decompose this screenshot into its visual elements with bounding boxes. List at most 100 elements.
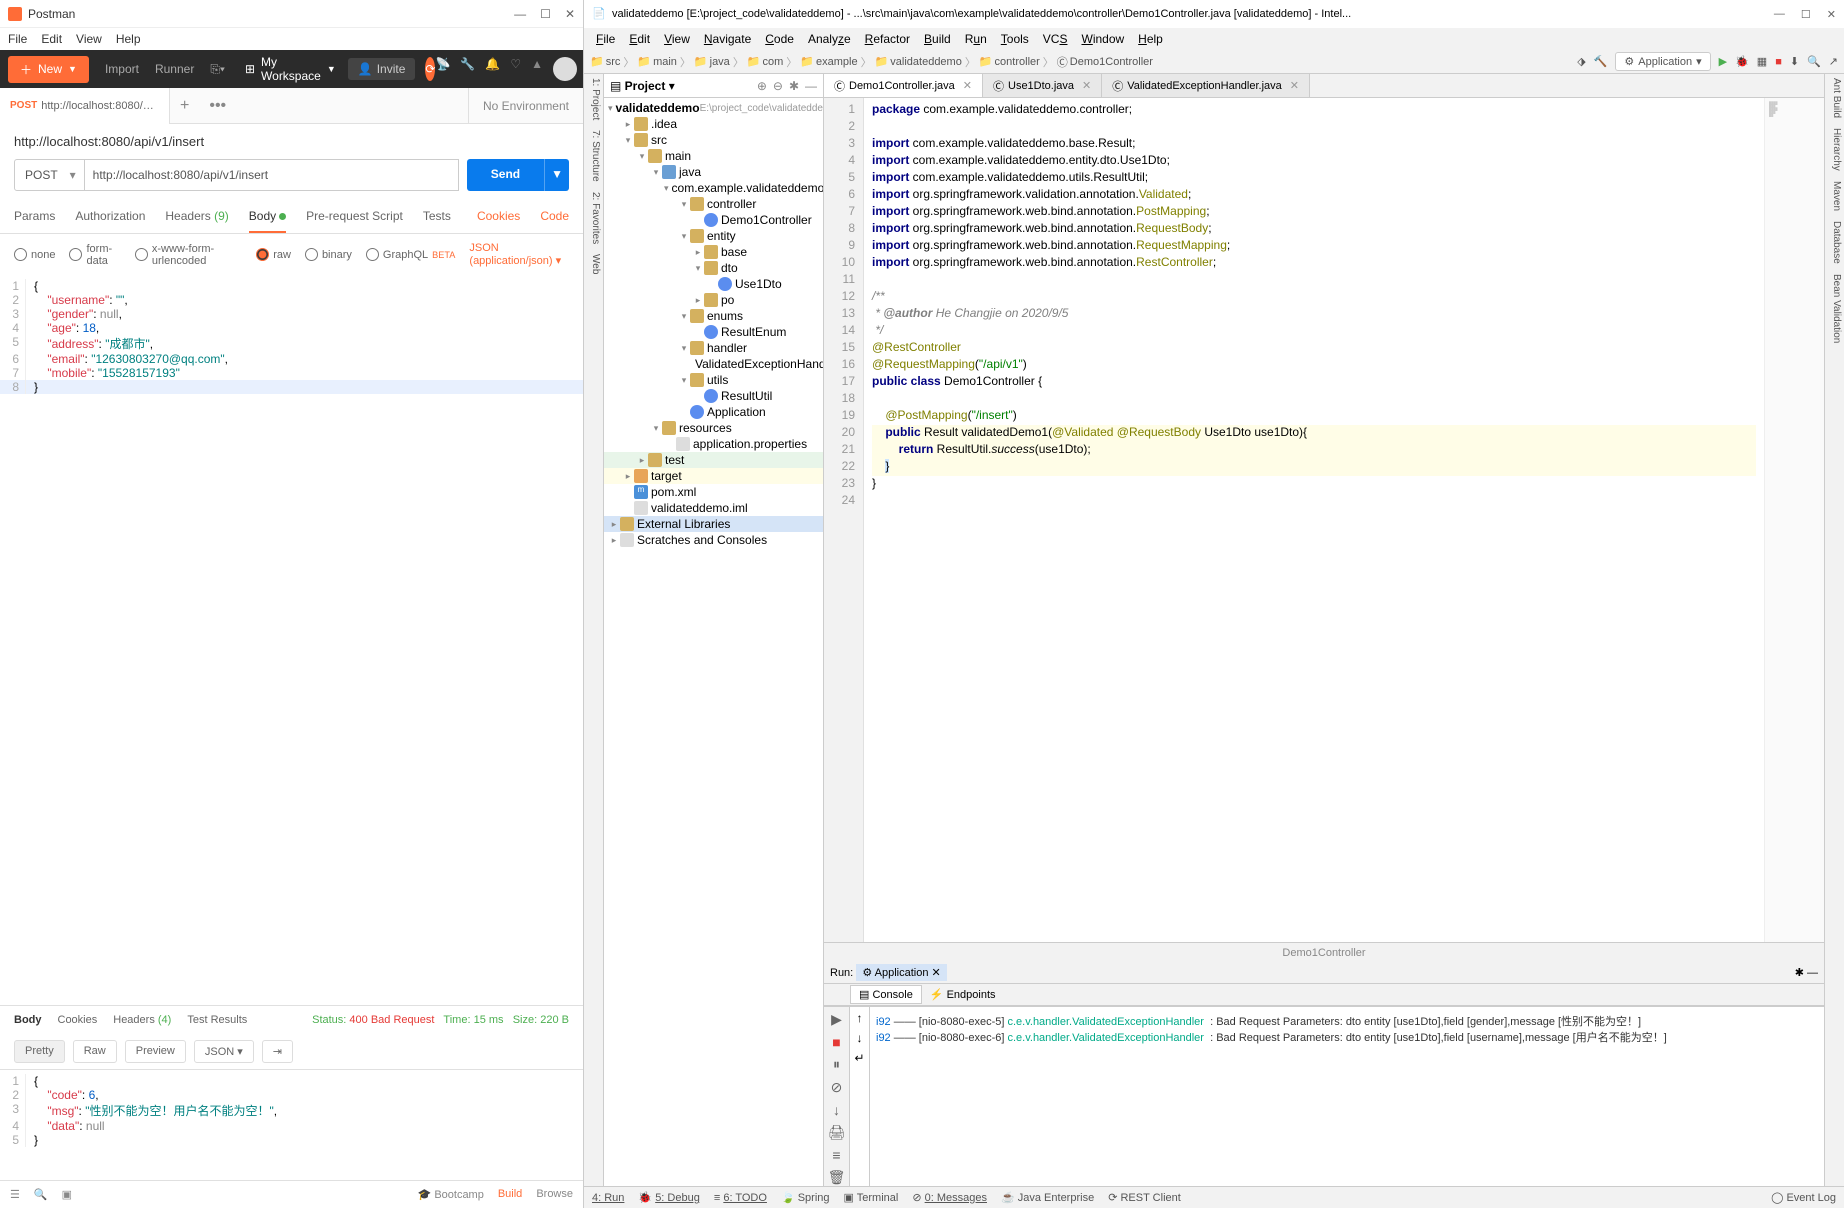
- console-tab[interactable]: ▤ Console: [850, 985, 922, 1004]
- radio-none[interactable]: none: [14, 248, 55, 261]
- menu-help[interactable]: Help: [116, 32, 141, 46]
- close-icon[interactable]: ✕: [565, 7, 575, 21]
- build-icon[interactable]: 🔨: [1594, 55, 1608, 68]
- clear-icon[interactable]: ⊘: [831, 1079, 843, 1096]
- heart-icon[interactable]: ♡: [510, 57, 521, 81]
- request-tab[interactable]: POST http://localhost:8080/api/v1/in...: [0, 88, 170, 124]
- environment-selector[interactable]: No Environment: [468, 88, 583, 124]
- code-content[interactable]: package com.example.validateddemo.contro…: [864, 98, 1764, 942]
- sidebar-toggle-icon[interactable]: ☰: [10, 1188, 20, 1201]
- menu-tools[interactable]: Tools: [997, 30, 1033, 48]
- menu-code[interactable]: Code: [761, 30, 798, 48]
- tab-tests[interactable]: Tests: [423, 201, 451, 233]
- import-button[interactable]: Import: [97, 58, 147, 80]
- tab-prereq[interactable]: Pre-request Script: [306, 201, 403, 233]
- close-tab-icon[interactable]: ✕: [963, 79, 972, 92]
- run-config-selector[interactable]: ⚙ Application ▾: [1615, 52, 1710, 71]
- editor-tab-3[interactable]: Ⓒ ValidatedExceptionHandler.java✕: [1102, 74, 1310, 97]
- menu-window[interactable]: Window: [1077, 30, 1128, 48]
- radio-graphql[interactable]: GraphQL BETA: [366, 248, 456, 261]
- minimize-panel-icon[interactable]: —: [1807, 967, 1818, 979]
- res-tests[interactable]: Test Results: [187, 1014, 247, 1026]
- upgrade-icon[interactable]: ▲: [531, 57, 543, 81]
- format-selector[interactable]: JSON ▾: [194, 1040, 254, 1063]
- radio-binary[interactable]: binary: [305, 248, 352, 261]
- bc-example[interactable]: 📁 example: [800, 55, 857, 68]
- endpoints-tab[interactable]: ⚡ Endpoints: [922, 986, 1004, 1003]
- menu-edit[interactable]: Edit: [41, 32, 62, 46]
- status-debug[interactable]: 🐞 5: Debug: [638, 1191, 699, 1204]
- status-run[interactable]: 4: Run: [592, 1192, 624, 1204]
- cookies-link[interactable]: Cookies: [477, 201, 520, 233]
- runner-button[interactable]: Runner: [147, 58, 202, 80]
- res-cookies[interactable]: Cookies: [58, 1014, 98, 1026]
- wrap-icon[interactable]: ↵: [854, 1051, 864, 1065]
- content-type-selector[interactable]: JSON (application/json) ▾: [469, 242, 569, 267]
- capture-button[interactable]: ⎘▾: [202, 58, 233, 81]
- gear-icon[interactable]: ✱: [1795, 966, 1804, 979]
- menu-build[interactable]: Build: [920, 30, 955, 48]
- status-todo[interactable]: ≡ 6: TODO: [714, 1192, 767, 1204]
- close-tab-icon[interactable]: ✕: [1082, 79, 1091, 92]
- rail-favorites[interactable]: 2: Favorites: [586, 192, 601, 244]
- rail-web[interactable]: Web: [586, 254, 601, 274]
- menu-view[interactable]: View: [660, 30, 694, 48]
- code-link[interactable]: Code: [540, 201, 569, 233]
- build-link[interactable]: Build: [498, 1188, 522, 1201]
- run-icon[interactable]: ▶: [1719, 55, 1727, 68]
- preview-button[interactable]: Preview: [125, 1040, 186, 1063]
- menu-view[interactable]: View: [76, 32, 102, 46]
- res-headers[interactable]: Headers (4): [113, 1014, 171, 1026]
- close-icon[interactable]: ✕: [1827, 8, 1836, 21]
- options-icon[interactable]: ✱: [789, 79, 799, 93]
- menu-analyze[interactable]: Analyze: [804, 30, 855, 48]
- hide-icon[interactable]: —: [805, 79, 817, 93]
- rail-maven[interactable]: Maven: [1827, 181, 1842, 211]
- response-body-editor[interactable]: 1{ 2 "code": 6, 3 "msg": "性别不能为空！用户名不能为空…: [0, 1070, 583, 1180]
- bc-java[interactable]: 📁 java: [694, 55, 730, 68]
- rerun-icon[interactable]: ▶: [831, 1011, 842, 1028]
- add-tab-button[interactable]: +: [170, 97, 199, 115]
- bc-class[interactable]: Ⓒ Demo1Controller: [1057, 54, 1153, 70]
- menu-navigate[interactable]: Navigate: [700, 30, 755, 48]
- bc-src[interactable]: 📁 src: [590, 55, 620, 68]
- menu-help[interactable]: Help: [1134, 30, 1167, 48]
- search-icon[interactable]: 🔍: [1807, 55, 1821, 68]
- bootcamp-link[interactable]: 🎓 Bootcamp: [418, 1188, 484, 1201]
- rail-project[interactable]: 1: Project: [586, 78, 601, 120]
- settings-icon[interactable]: ↗: [1829, 55, 1838, 68]
- console-icon[interactable]: ▣: [62, 1188, 72, 1201]
- locate-icon[interactable]: ⊖: [773, 79, 783, 93]
- maximize-icon[interactable]: ☐: [540, 7, 551, 21]
- collapse-icon[interactable]: ⊕: [757, 79, 767, 93]
- menu-edit[interactable]: Edit: [625, 30, 654, 48]
- menu-file[interactable]: File: [8, 32, 27, 46]
- workspace-selector[interactable]: ⊞My Workspace▼: [245, 55, 336, 83]
- rail-database[interactable]: Database: [1827, 221, 1842, 264]
- print-icon[interactable]: 🖨: [828, 1124, 846, 1141]
- menu-refactor[interactable]: Refactor: [861, 30, 914, 48]
- project-tree[interactable]: ▾validateddemo E:\project_code\validated…: [604, 98, 823, 1186]
- wrap-button[interactable]: ⇥: [262, 1040, 293, 1063]
- trash-icon[interactable]: 🗑: [828, 1169, 846, 1186]
- menu-run[interactable]: Run: [961, 30, 991, 48]
- find-icon[interactable]: 🔍: [34, 1188, 48, 1201]
- minimap[interactable]: ████████████████: [1764, 98, 1824, 942]
- close-tab-icon[interactable]: ✕: [1290, 79, 1299, 92]
- nav-back-icon[interactable]: ⬗: [1577, 55, 1585, 68]
- wrench-icon[interactable]: 🔧: [460, 57, 475, 81]
- tab-options[interactable]: •••: [199, 97, 236, 115]
- sync-icon[interactable]: ⟳: [425, 57, 435, 81]
- raw-button[interactable]: Raw: [73, 1040, 117, 1063]
- editor-tab-1[interactable]: Ⓒ Demo1Controller.java✕: [824, 74, 983, 97]
- maximize-icon[interactable]: ☐: [1801, 8, 1811, 21]
- up-icon[interactable]: ↑: [857, 1011, 863, 1025]
- bc-com[interactable]: 📁 com: [747, 55, 783, 68]
- radio-xwww[interactable]: x-www-form-urlencoded: [135, 243, 242, 267]
- avatar[interactable]: [553, 57, 577, 81]
- new-button[interactable]: ＋New▼: [8, 56, 89, 83]
- code-editor[interactable]: 123456789101112131415161718192021222324 …: [824, 98, 1824, 942]
- minimize-icon[interactable]: —: [514, 7, 526, 21]
- send-dropdown[interactable]: ▼: [544, 159, 569, 191]
- status-javaee[interactable]: ☕ Java Enterprise: [1001, 1191, 1094, 1204]
